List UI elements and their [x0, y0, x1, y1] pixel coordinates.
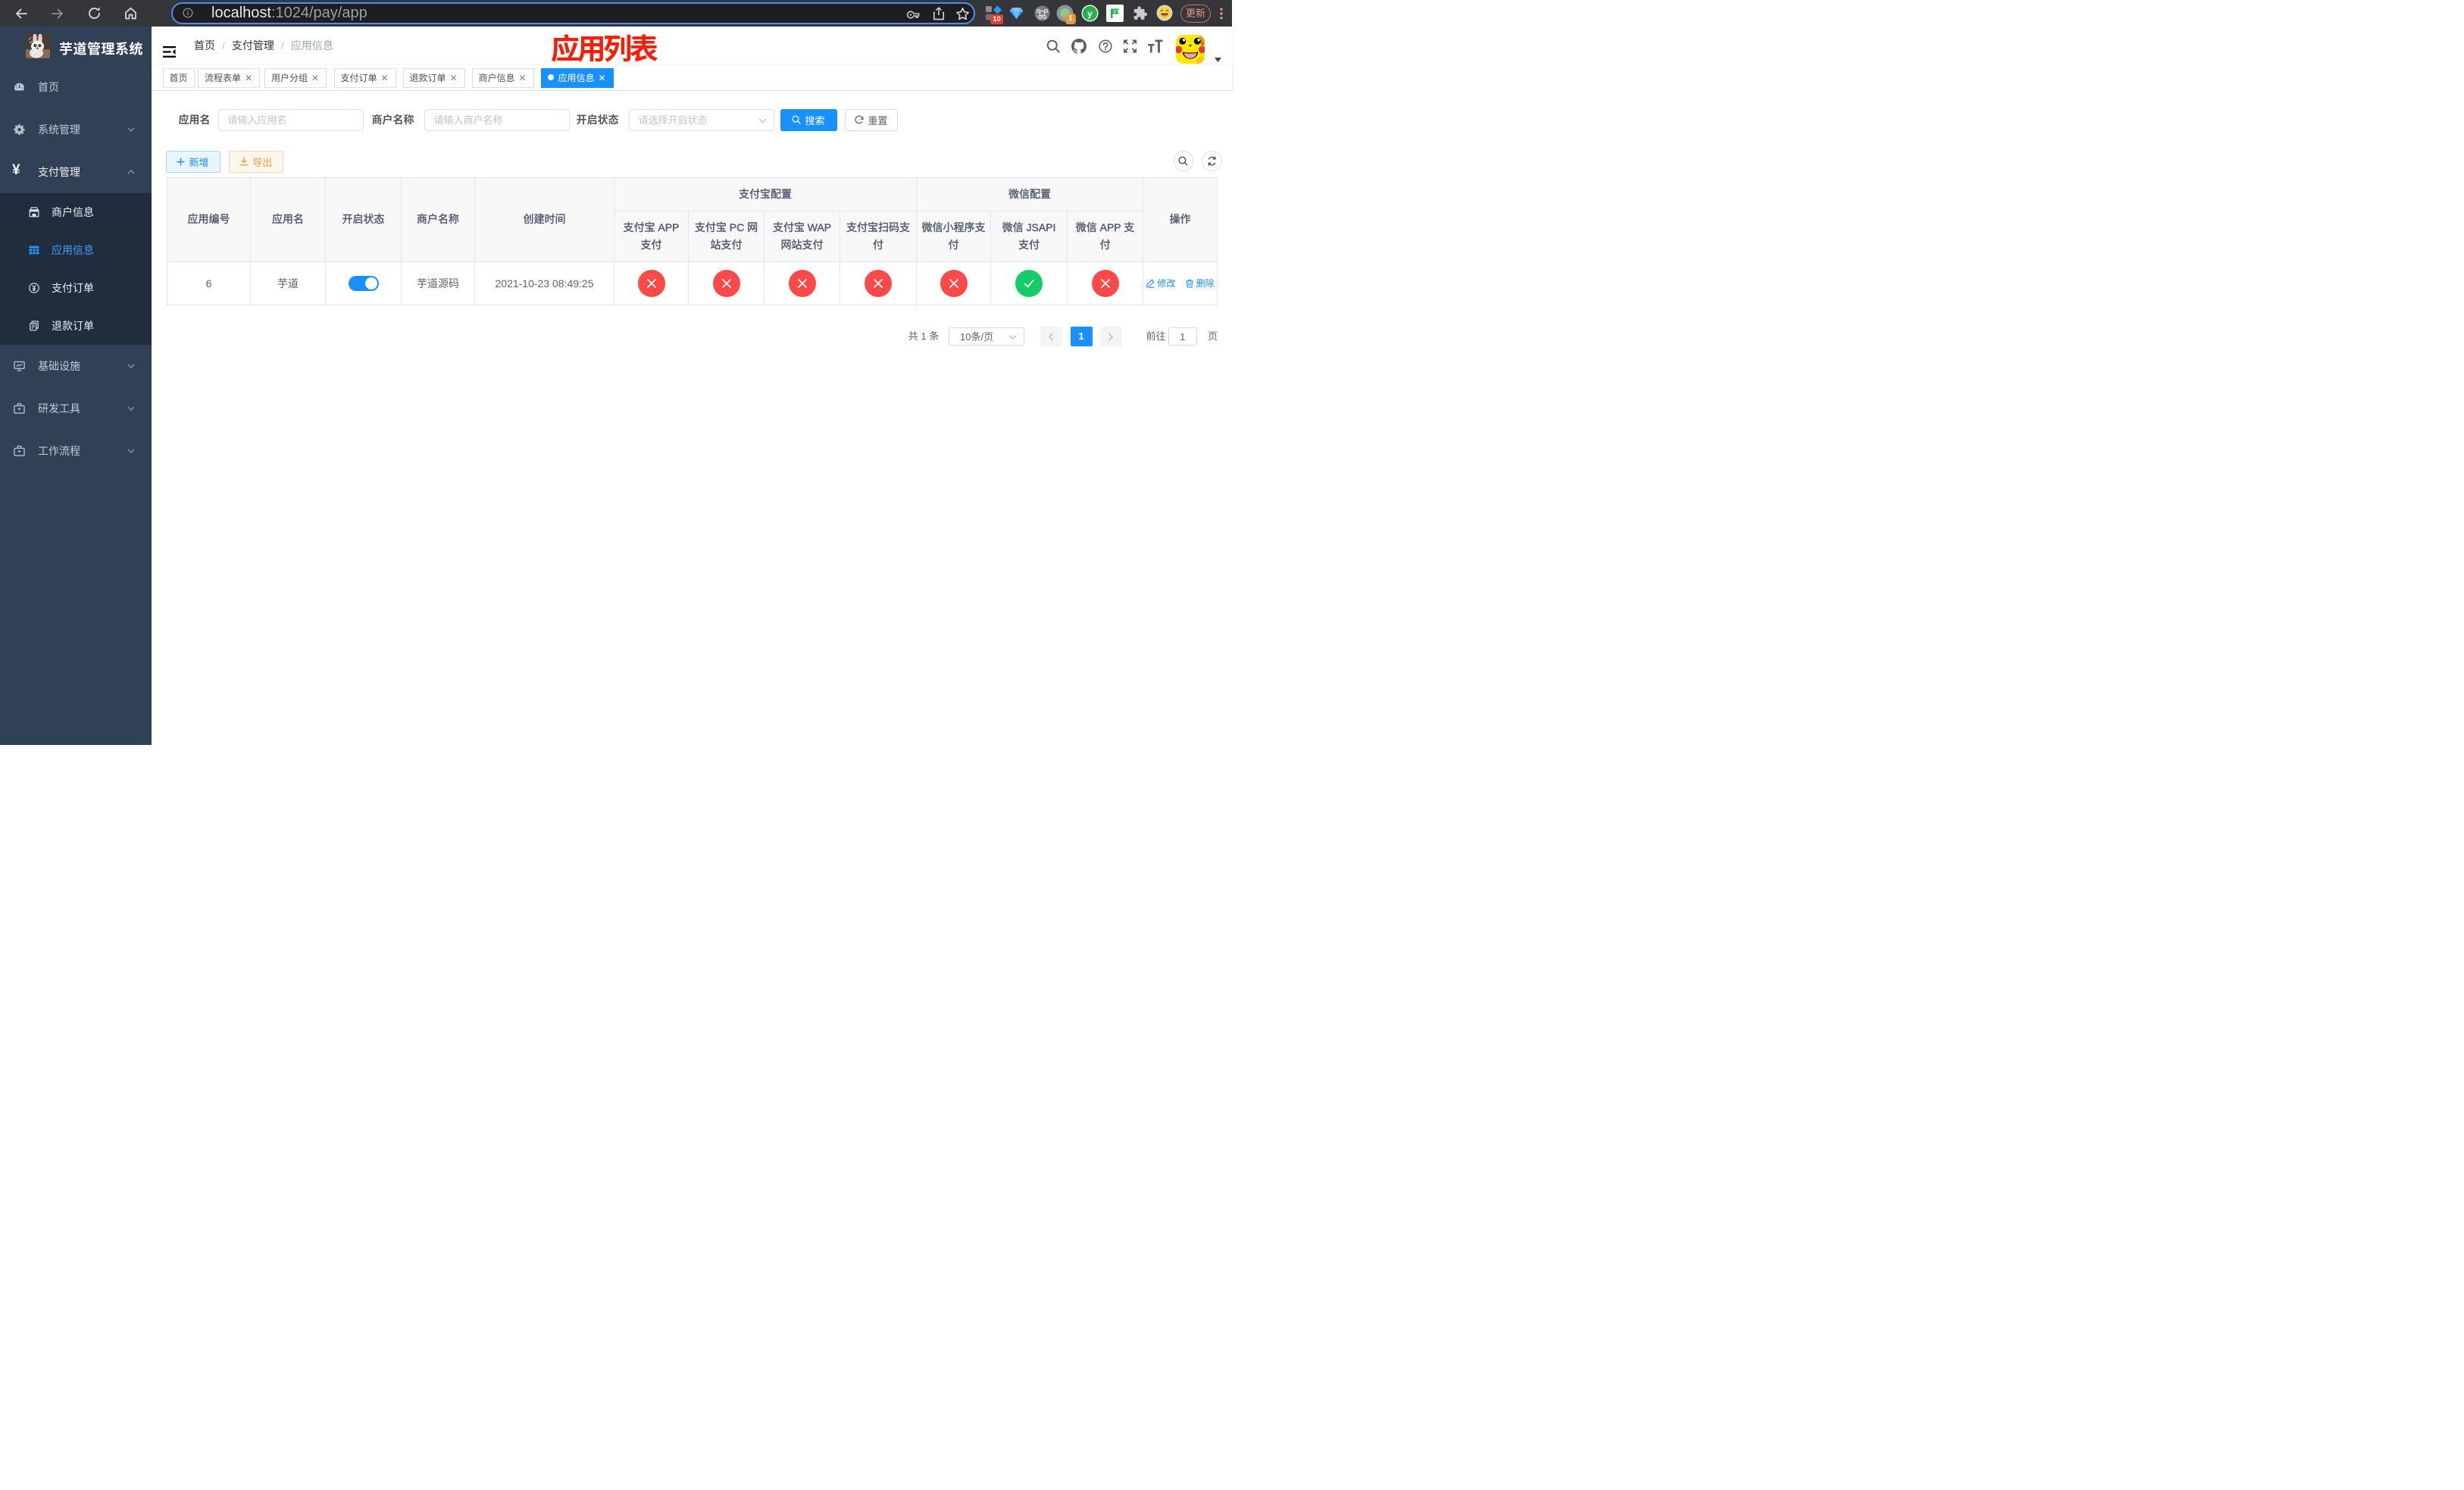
svg-text:y: y: [1087, 8, 1093, 19]
